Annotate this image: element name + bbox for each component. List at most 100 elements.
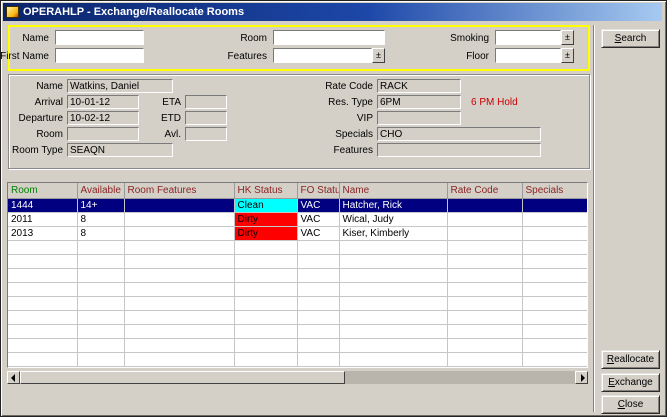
cell-fo-status: VAC — [297, 227, 339, 241]
column-header-specials[interactable]: Specials — [522, 183, 587, 199]
empty-cell — [234, 339, 297, 353]
titlebar[interactable]: OPERAHLP - Exchange/Reallocate Rooms — [3, 3, 662, 21]
reallocate-button[interactable]: Reallocate — [601, 350, 660, 369]
scroll-right-button[interactable] — [575, 371, 588, 384]
empty-cell — [8, 269, 77, 283]
details-room-field — [67, 127, 139, 141]
empty-cell — [339, 325, 447, 339]
empty-cell — [8, 339, 77, 353]
search-smoking-field[interactable] — [495, 30, 561, 45]
cell-specials — [522, 213, 587, 227]
column-header-hk-status[interactable]: HK Status — [234, 183, 297, 199]
column-header-available[interactable]: Available — [77, 183, 124, 199]
departure-field — [67, 111, 139, 125]
search-name-input[interactable] — [55, 30, 144, 45]
column-header-fo-status[interactable]: FO Status — [297, 183, 339, 199]
scroll-left-button[interactable] — [7, 371, 20, 384]
empty-cell — [297, 325, 339, 339]
empty-cell — [8, 353, 77, 367]
scrollbar-thumb[interactable] — [20, 371, 345, 384]
empty-cell — [77, 297, 124, 311]
cell-room: 2013 — [8, 227, 77, 241]
empty-cell — [447, 269, 522, 283]
table-row[interactable]: 2011 8 Dirty VAC Wical, Judy — [8, 213, 587, 227]
smoking-lov-button[interactable]: ± — [561, 30, 574, 45]
table-row-selected[interactable]: 1444 14+ Clean VAC Hatcher, Rick — [8, 199, 587, 213]
cell-rate-code — [447, 213, 522, 227]
avl-field — [185, 127, 227, 141]
column-header-room-features[interactable]: Room Features — [124, 183, 234, 199]
exchange-button[interactable]: Exchange — [601, 373, 660, 392]
details-features-field — [377, 143, 541, 157]
search-button[interactable]: Search — [601, 29, 660, 48]
empty-cell — [339, 255, 447, 269]
column-header-room[interactable]: Room — [8, 183, 77, 199]
cell-hk-status: Dirty — [234, 227, 297, 241]
empty-cell — [522, 283, 587, 297]
column-header-rate-code[interactable]: Rate Code — [447, 183, 522, 199]
left-arrow-icon — [11, 374, 15, 382]
arrival-field — [67, 95, 139, 109]
empty-cell — [234, 269, 297, 283]
empty-cell — [8, 255, 77, 269]
empty-cell — [77, 255, 124, 269]
empty-cell — [77, 353, 124, 367]
table-row-empty[interactable] — [8, 241, 587, 255]
button-column-divider — [593, 25, 595, 412]
app-icon — [6, 6, 19, 18]
spinner-icon: ± — [565, 32, 570, 42]
details-room-label: Room — [36, 129, 63, 140]
column-header-name[interactable]: Name — [339, 183, 447, 199]
empty-cell — [8, 283, 77, 297]
table-row-empty[interactable] — [8, 255, 587, 269]
cell-room-features — [124, 227, 234, 241]
empty-cell — [522, 297, 587, 311]
empty-cell — [447, 325, 522, 339]
table-row-empty[interactable] — [8, 353, 587, 367]
floor-lov-button[interactable]: ± — [561, 48, 574, 63]
empty-cell — [447, 283, 522, 297]
rooms-table-body: 1444 14+ Clean VAC Hatcher, Rick 2011 8 … — [8, 199, 587, 367]
table-row-empty[interactable] — [8, 269, 587, 283]
table-row-empty[interactable] — [8, 339, 587, 353]
empty-cell — [234, 283, 297, 297]
details-features-label: Features — [334, 145, 373, 156]
table-row-empty[interactable] — [8, 311, 587, 325]
empty-cell — [522, 339, 587, 353]
search-features-field[interactable] — [273, 48, 372, 63]
empty-cell — [339, 283, 447, 297]
rate-code-label: Rate Code — [325, 81, 373, 92]
empty-cell — [447, 297, 522, 311]
table-header-row: Room Available Room Features HK Status F… — [8, 183, 587, 199]
cell-name: Hatcher, Rick — [339, 199, 447, 213]
cell-available: 8 — [77, 213, 124, 227]
cell-fo-status: VAC — [297, 199, 339, 213]
table-row-empty[interactable] — [8, 283, 587, 297]
arrival-label: Arrival — [35, 97, 63, 108]
empty-cell — [124, 283, 234, 297]
empty-cell — [77, 325, 124, 339]
empty-cell — [339, 241, 447, 255]
features-lov-button[interactable]: ± — [372, 48, 385, 63]
search-room-input[interactable] — [273, 30, 385, 45]
search-room-label: Room — [240, 33, 267, 44]
vip-label: VIP — [357, 113, 373, 124]
rate-code-field — [377, 79, 461, 93]
empty-cell — [8, 325, 77, 339]
search-floor-field[interactable] — [495, 48, 561, 63]
table-row-empty[interactable] — [8, 325, 587, 339]
empty-cell — [447, 311, 522, 325]
empty-cell — [297, 255, 339, 269]
vip-field — [377, 111, 461, 125]
search-first-name-input[interactable] — [55, 48, 144, 63]
cell-name: Wical, Judy — [339, 213, 447, 227]
table-row[interactable]: 2013 8 Dirty VAC Kiser, Kimberly — [8, 227, 587, 241]
eta-label: ETA — [162, 97, 181, 108]
cell-specials — [522, 227, 587, 241]
res-type-field — [377, 95, 461, 109]
close-button[interactable]: Close — [601, 395, 660, 414]
cell-room: 2011 — [8, 213, 77, 227]
horizontal-scrollbar — [7, 371, 588, 384]
table-row-empty[interactable] — [8, 297, 587, 311]
specials-field — [377, 127, 541, 141]
